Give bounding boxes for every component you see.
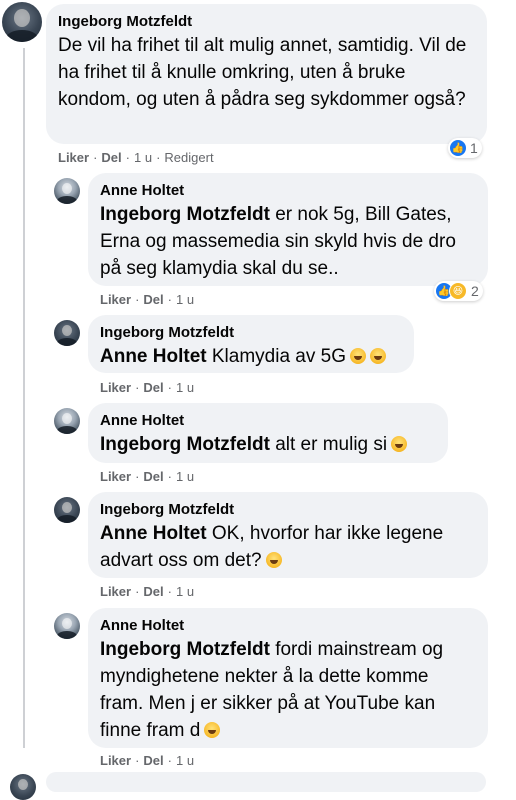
thread-line: [23, 48, 25, 748]
reply-button[interactable]: Del: [143, 584, 163, 599]
reply-bubble: Anne Holtet Ingeborg Motzfeldt alt er mu…: [88, 403, 448, 463]
like-button[interactable]: Liker: [100, 753, 131, 768]
reply-text: Ingeborg Motzfeldt alt er mulig si: [100, 431, 436, 458]
timestamp[interactable]: 1 u: [176, 380, 194, 395]
avatar[interactable]: [10, 774, 36, 800]
avatar[interactable]: [54, 178, 80, 204]
reaction-summary[interactable]: 👍 😆 2: [434, 281, 483, 301]
reply-bubble: Anne Holtet Ingeborg Motzfeldt fordi mai…: [88, 608, 488, 748]
reply-actions: Liker · Del · 1 u: [100, 292, 195, 307]
mention-link[interactable]: Anne Holtet: [100, 346, 207, 367]
reply-author[interactable]: Anne Holtet: [100, 411, 436, 431]
reply-text: Ingeborg Motzfeldt er nok 5g, Bill Gates…: [100, 204, 456, 279]
upside-down-emoji-icon: [370, 348, 387, 364]
comment-actions: Liker · Del · 1 u · Redigert: [58, 150, 214, 165]
reply-button[interactable]: Del: [101, 150, 121, 165]
like-button[interactable]: Liker: [100, 380, 131, 395]
next-comment-bubble: [46, 772, 486, 792]
laughing-emoji-icon: [350, 348, 367, 364]
timestamp[interactable]: 1 u: [176, 584, 194, 599]
like-button[interactable]: Liker: [58, 150, 89, 165]
like-button[interactable]: Liker: [100, 292, 131, 307]
reply-bubble: Anne Holtet Ingeborg Motzfeldt er nok 5g…: [88, 173, 488, 286]
like-button[interactable]: Liker: [100, 584, 131, 599]
reply-actions: Liker · Del · 1 u: [100, 380, 195, 395]
mention-link[interactable]: Ingeborg Motzfeldt: [100, 434, 270, 455]
like-button[interactable]: Liker: [100, 469, 131, 484]
reply-text: Anne Holtet Klamydia av 5G: [100, 343, 402, 370]
avatar[interactable]: [2, 2, 42, 42]
comment-text: De vil ha frihet til alt mulig annet, sa…: [58, 35, 467, 110]
reaction-count: 1: [470, 140, 478, 156]
avatar[interactable]: [54, 613, 80, 639]
avatar[interactable]: [54, 320, 80, 346]
mention-link[interactable]: Anne Holtet: [100, 523, 207, 544]
mention-link[interactable]: Ingeborg Motzfeldt: [100, 639, 270, 660]
reply-button[interactable]: Del: [143, 753, 163, 768]
comment-bubble: Ingeborg Motzfeldt De vil ha frihet til …: [46, 4, 487, 144]
reply-button[interactable]: Del: [143, 380, 163, 395]
reply-actions: Liker · Del · 1 u: [100, 469, 195, 484]
reply-author[interactable]: Ingeborg Motzfeldt: [100, 323, 402, 343]
reaction-summary[interactable]: 👍 1: [448, 138, 482, 158]
timestamp[interactable]: 1 u: [176, 292, 194, 307]
reply-actions: Liker · Del · 1 u: [100, 584, 195, 599]
reply-bubble: Ingeborg Motzfeldt Anne Holtet Klamydia …: [88, 315, 414, 373]
haha-icon: 😆: [449, 282, 467, 300]
timestamp[interactable]: 1 u: [176, 753, 194, 768]
like-icon: 👍: [450, 140, 466, 156]
reply-button[interactable]: Del: [143, 469, 163, 484]
avatar[interactable]: [54, 497, 80, 523]
reply-bubble: Ingeborg Motzfeldt Anne Holtet OK, hvorf…: [88, 492, 488, 578]
reaction-count: 2: [471, 283, 479, 299]
mention-link[interactable]: Ingeborg Motzfeldt: [100, 204, 270, 225]
avatar[interactable]: [54, 408, 80, 434]
reply-author[interactable]: Anne Holtet: [100, 181, 476, 201]
grimacing-emoji-icon: [204, 722, 221, 738]
comment-author[interactable]: Ingeborg Motzfeldt: [58, 12, 475, 32]
reply-button[interactable]: Del: [143, 292, 163, 307]
reply-text: Anne Holtet OK, hvorfor har ikke legene …: [100, 523, 444, 571]
laughing-emoji-icon: [391, 436, 408, 452]
laughing-emoji-icon: [265, 552, 282, 568]
reply-author[interactable]: Anne Holtet: [100, 616, 476, 636]
timestamp[interactable]: 1 u: [134, 150, 152, 165]
reply-author[interactable]: Ingeborg Motzfeldt: [100, 500, 476, 520]
reply-actions: Liker · Del · 1 u: [100, 753, 195, 768]
edited-label: Redigert: [164, 150, 214, 165]
timestamp[interactable]: 1 u: [176, 469, 194, 484]
reply-text: Ingeborg Motzfeldt fordi mainstream og m…: [100, 639, 444, 741]
